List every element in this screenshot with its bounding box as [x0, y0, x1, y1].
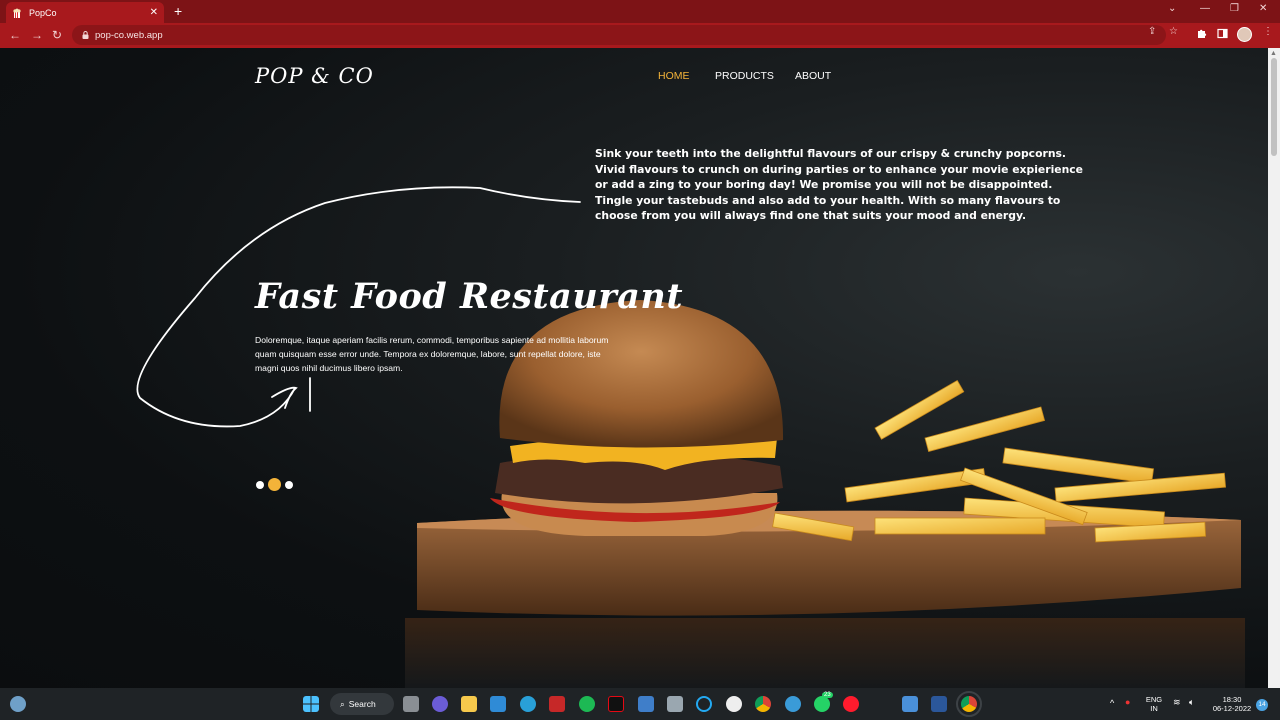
app-icon-white[interactable]	[726, 696, 742, 712]
browser-tab[interactable]: PopCo ✕	[6, 2, 164, 23]
language-indicator[interactable]: ENG IN	[1144, 695, 1164, 713]
bookmark-star-icon[interactable]: ☆	[1169, 26, 1178, 37]
site-logo[interactable]: POP & CO	[255, 64, 374, 88]
chrome-icon[interactable]	[755, 696, 771, 712]
slider-dot[interactable]	[285, 480, 293, 489]
alexa-icon[interactable]	[696, 696, 712, 712]
hero-description: Doloremque, itaque aperiam facilis rerum…	[255, 335, 609, 373]
start-windows-icon[interactable]	[303, 696, 319, 712]
vscode-like-icon[interactable]	[638, 696, 654, 712]
clock[interactable]: 18:30 06-12-2022	[1208, 695, 1256, 713]
hero-title: Fast Food Restaurant	[255, 276, 684, 317]
slider-dot[interactable]	[256, 480, 264, 489]
notification-count-badge[interactable]: 14	[1256, 699, 1268, 711]
lock-icon	[82, 31, 89, 39]
scrollbar-thumb[interactable]	[1271, 58, 1277, 156]
browser-toolbar: ← → ↻ pop-co.web.app ⇪ ☆ ⋮	[0, 23, 1280, 48]
browser-menu-icon[interactable]: ⋮	[1263, 26, 1273, 37]
forward-icon[interactable]: →	[31, 27, 43, 43]
word-icon[interactable]	[931, 696, 947, 712]
volume-icon[interactable]: 🔈︎	[1189, 698, 1194, 707]
teams-chat-icon[interactable]	[432, 696, 448, 712]
close-window-icon[interactable]: ✕	[1259, 3, 1267, 14]
extensions-puzzle-icon[interactable]	[1196, 28, 1207, 39]
app-icon-blue[interactable]	[520, 696, 536, 712]
restore-icon[interactable]: ❐	[1230, 3, 1239, 14]
address-bar[interactable]: pop-co.web.app	[72, 25, 1166, 45]
nav-about-link[interactable]: ABOUT	[795, 70, 831, 82]
lang-line1: ENG	[1145, 695, 1163, 704]
nav-products-link[interactable]: PRODUCTS	[715, 70, 775, 82]
weather-widget-icon[interactable]	[10, 696, 26, 712]
clock-time: 18:30	[1222, 695, 1242, 704]
opera-icon[interactable]	[843, 696, 859, 712]
task-view-icon[interactable]	[403, 696, 419, 712]
microsoft-store-icon[interactable]	[490, 696, 506, 712]
file-explorer-icon[interactable]	[461, 696, 477, 712]
nav-home-link[interactable]: HOME	[658, 70, 690, 82]
scroll-up-icon[interactable]: ▲	[1270, 50, 1277, 57]
browser-tab-strip: PopCo ✕ + ⌄ — ❐ ✕	[0, 0, 1280, 23]
notepad-icon[interactable]	[902, 696, 918, 712]
photos-icon[interactable]	[667, 696, 683, 712]
whatsapp-badge: 23	[822, 692, 833, 698]
page-scrollbar[interactable]: ▲	[1268, 48, 1280, 688]
netflix-icon[interactable]	[608, 696, 624, 712]
chrome-active-icon[interactable]	[956, 691, 982, 717]
taskbar-search[interactable]: ⌕ Search	[330, 693, 394, 715]
promo-paragraph: Sink your teeth into the delightful flav…	[595, 147, 1083, 222]
tab-title: PopCo	[29, 7, 57, 18]
search-label: Search	[348, 699, 376, 709]
reload-icon[interactable]: ↻	[52, 27, 62, 43]
side-panel-icon[interactable]	[1217, 28, 1228, 39]
windows-taskbar: ⌕ Search 23 ^ ● ENG IN ≋ 🔈︎ 18:30 06-12-…	[0, 688, 1280, 720]
tab-search-chevron-icon[interactable]: ⌄	[1168, 3, 1176, 14]
minimize-icon[interactable]: —	[1200, 3, 1210, 14]
page-viewport: POP & CO HOME PRODUCTS ABOUT Sink your t…	[0, 48, 1268, 688]
share-icon[interactable]: ⇪	[1148, 26, 1156, 37]
tab-close-icon[interactable]: ✕	[150, 7, 158, 18]
profile-avatar[interactable]	[1237, 27, 1252, 42]
edge-icon[interactable]	[785, 696, 801, 712]
tray-chevron-icon[interactable]: ^	[1110, 699, 1114, 708]
back-icon[interactable]: ←	[9, 27, 21, 43]
tray-app-icon[interactable]: ●	[1125, 698, 1130, 707]
slider-dot-active[interactable]	[268, 478, 281, 491]
url-text: pop-co.web.app	[95, 29, 163, 41]
popcorn-favicon-icon	[13, 8, 21, 18]
mcafee-icon[interactable]	[549, 696, 565, 712]
lang-line2: IN	[1150, 704, 1158, 713]
new-tab-button[interactable]: +	[174, 3, 182, 19]
search-icon: ⌕	[340, 698, 345, 709]
whatsapp-icon[interactable]	[814, 696, 830, 712]
wifi-icon[interactable]: ≋	[1173, 698, 1181, 707]
spotify-icon[interactable]	[579, 696, 595, 712]
clock-date: 06-12-2022	[1212, 704, 1252, 713]
slider-dots	[256, 478, 293, 491]
